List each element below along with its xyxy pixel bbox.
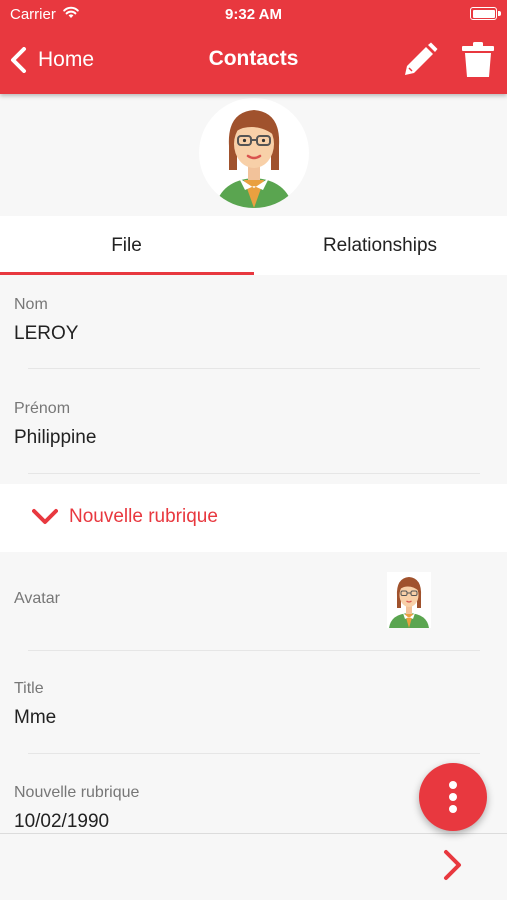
field-prenom[interactable]: Prénom Philippine [0, 380, 507, 475]
tab-relationships[interactable]: Relationships [253, 216, 507, 275]
field-nom[interactable]: Nom LEROY [0, 275, 507, 370]
back-button[interactable]: Home [8, 40, 94, 80]
back-button-label: Home [38, 48, 95, 71]
field-value: LEROY [14, 323, 79, 344]
pencil-icon[interactable] [402, 42, 438, 78]
tab-file[interactable]: File [0, 216, 253, 275]
field-label: Title [14, 680, 44, 697]
section-label: Nouvelle rubrique [69, 506, 218, 527]
tab-bar: File Relationships [0, 216, 507, 275]
app-header: Carrier 9:32 AM Home Contacts [0, 0, 507, 94]
field-label: Avatar [14, 590, 60, 607]
avatar-header [0, 94, 507, 216]
status-time: 9:32 AM [225, 6, 282, 23]
avatar[interactable] [199, 98, 309, 208]
field-label: Nouvelle rubrique [14, 784, 140, 801]
battery-icon [470, 7, 501, 20]
woman-avatar-icon [215, 110, 293, 208]
more-vertical-icon [449, 781, 457, 813]
field-label: Prénom [14, 400, 71, 417]
chevron-right-icon[interactable] [440, 848, 466, 882]
field-value: Philippine [14, 427, 97, 448]
woman-avatar-icon [389, 577, 429, 628]
divider [28, 473, 480, 474]
divider [28, 368, 480, 369]
field-title[interactable]: Title Mme [0, 652, 507, 755]
trash-icon[interactable] [461, 42, 495, 78]
avatar-thumbnail[interactable] [387, 572, 431, 628]
chevron-left-icon [11, 47, 26, 73]
bottom-nav-bar [0, 833, 507, 900]
divider [28, 753, 480, 754]
field-value: Mme [14, 707, 57, 728]
status-bar: Carrier 9:32 AM [0, 0, 507, 28]
section-nouvelle-rubrique[interactable]: Nouvelle rubrique [0, 484, 507, 552]
more-actions-button[interactable] [419, 763, 487, 831]
chevron-down-icon [32, 509, 58, 524]
divider [28, 650, 480, 651]
field-label: Nom [14, 296, 48, 313]
field-value: 10/02/1990 [14, 811, 110, 832]
